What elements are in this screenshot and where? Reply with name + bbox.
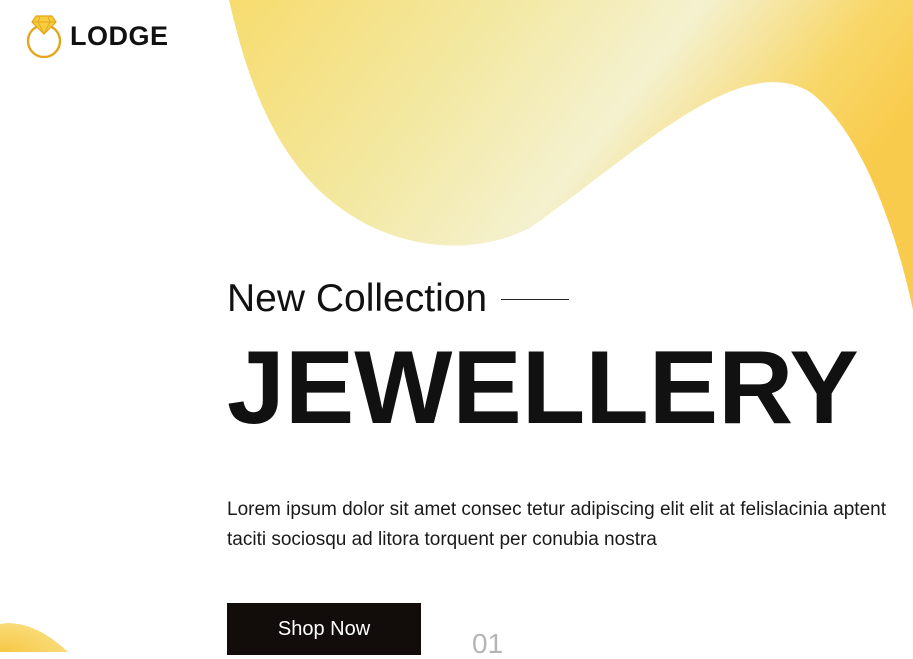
brand-logo[interactable]: LODGE (24, 10, 169, 58)
hero-description-line-2: taciti sociosqu ad litora torquent per c… (227, 529, 657, 550)
slide-number: 01 (472, 628, 504, 659)
shop-now-button[interactable]: Shop Now (227, 603, 421, 655)
hero-eyebrow: New Collection (227, 276, 488, 320)
hero-headline: JEWELLERY (227, 330, 859, 446)
diamond-ring-icon (26, 15, 62, 58)
brand-name: LODGE (70, 20, 169, 51)
hero-section: New Collection JEWELLERY Lorem ipsum dol… (227, 276, 913, 555)
eyebrow-divider (501, 298, 570, 300)
hero-eyebrow-row: New Collection (227, 276, 913, 320)
hero-description: Lorem ipsum dolor sit amet consec tetur … (227, 495, 913, 555)
hero-description-line-1: Lorem ipsum dolor sit amet consec tetur … (227, 499, 886, 520)
